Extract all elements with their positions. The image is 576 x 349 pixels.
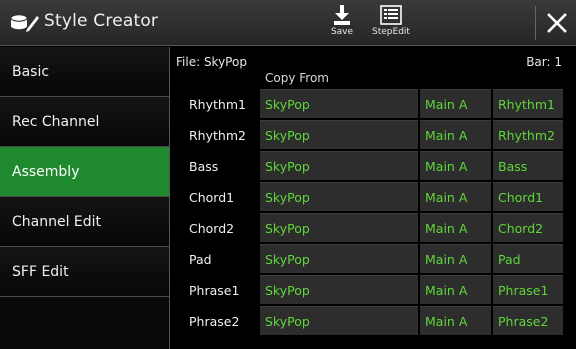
style-creator-icon [10, 12, 40, 34]
sidebar-item-sff-edit[interactable]: SFF Edit [0, 247, 169, 297]
part-label: Pad [189, 252, 212, 267]
section-cell[interactable]: Main A [420, 89, 491, 118]
table-row: Phrase2 SkyPop Main A Phrase2 [171, 306, 576, 337]
style-cell[interactable]: SkyPop [260, 182, 418, 211]
channel-cell[interactable]: Phrase1 [493, 275, 563, 304]
section-cell[interactable]: Main A [420, 306, 491, 335]
section-cell[interactable]: Main A [420, 275, 491, 304]
stepedit-label: StepEdit [372, 27, 410, 37]
divider [535, 6, 536, 40]
section-cell[interactable]: Main A [420, 120, 491, 149]
channel-cell[interactable]: Chord1 [493, 182, 563, 211]
channel-cell[interactable]: Chord2 [493, 213, 563, 242]
page-title: Style Creator [44, 11, 159, 31]
table-row: Chord1 SkyPop Main A Chord1 [171, 182, 576, 213]
section-cell[interactable]: Main A [420, 182, 491, 211]
section-cell[interactable]: Main A [420, 213, 491, 242]
save-icon [334, 5, 350, 25]
table-row: Phrase1 SkyPop Main A Phrase1 [171, 275, 576, 306]
stepedit-button[interactable]: StepEdit [360, 4, 422, 44]
sidebar-item-assembly[interactable]: Assembly [0, 147, 169, 197]
sidebar-item-channel-edit[interactable]: Channel Edit [0, 197, 169, 247]
close-icon [547, 13, 567, 33]
style-cell[interactable]: SkyPop [260, 89, 418, 118]
save-label: Save [330, 27, 354, 37]
part-label: Rhythm1 [189, 97, 246, 112]
style-cell[interactable]: SkyPop [260, 275, 418, 304]
sidebar-item-rec-channel[interactable]: Rec Channel [0, 97, 169, 147]
style-cell[interactable]: SkyPop [260, 120, 418, 149]
list-icon [380, 5, 402, 25]
section-cell[interactable]: Main A [420, 244, 491, 273]
part-label: Chord1 [189, 190, 235, 205]
channel-cell[interactable]: Rhythm2 [493, 120, 563, 149]
style-cell[interactable]: SkyPop [260, 151, 418, 180]
table-row: Rhythm1 SkyPop Main A Rhythm1 [171, 89, 576, 120]
style-cell[interactable]: SkyPop [260, 306, 418, 335]
sidebar-item-basic[interactable]: Basic [0, 47, 169, 97]
channel-cell[interactable]: Pad [493, 244, 563, 273]
part-label: Rhythm2 [189, 128, 246, 143]
copy-from-header: Copy From [265, 71, 329, 85]
channel-cell[interactable]: Rhythm1 [493, 89, 563, 118]
channel-cell[interactable]: Bass [493, 151, 563, 180]
part-label: Phrase1 [189, 283, 240, 298]
part-label: Bass [189, 159, 219, 174]
part-label: Phrase2 [189, 314, 240, 329]
assembly-panel: File: SkyPop Bar: 1 Copy From Rhythm1 Sk… [171, 47, 576, 349]
save-button[interactable]: Save [322, 4, 362, 44]
table-row: Rhythm2 SkyPop Main A Rhythm2 [171, 120, 576, 151]
table-row: Bass SkyPop Main A Bass [171, 151, 576, 182]
table-row: Pad SkyPop Main A Pad [171, 244, 576, 275]
section-cell[interactable]: Main A [420, 151, 491, 180]
style-cell[interactable]: SkyPop [260, 244, 418, 273]
sidebar: Basic Rec Channel Assembly Channel Edit … [0, 47, 170, 349]
style-cell[interactable]: SkyPop [260, 213, 418, 242]
close-button[interactable] [540, 6, 574, 40]
table-row: Chord2 SkyPop Main A Chord2 [171, 213, 576, 244]
part-label: Chord2 [189, 221, 235, 236]
channel-cell[interactable]: Phrase2 [493, 306, 563, 335]
title-bar: Style Creator Save StepEdit [0, 0, 576, 46]
file-label: File: SkyPop [176, 55, 247, 69]
bar-label: Bar: 1 [526, 55, 562, 69]
